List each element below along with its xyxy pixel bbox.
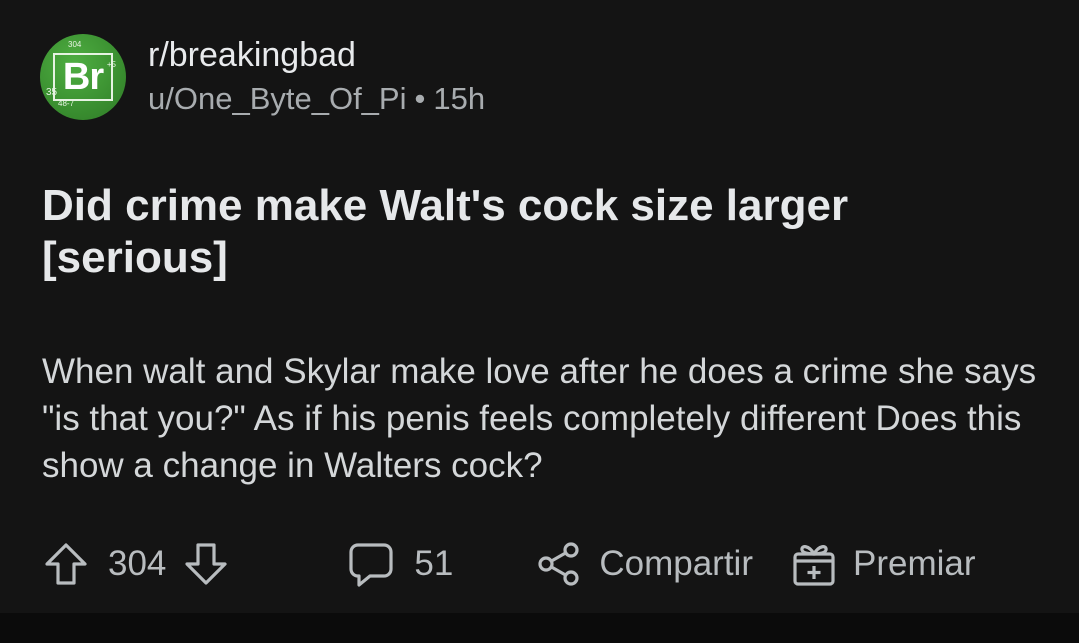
avatar-number-top: 304 xyxy=(68,40,82,49)
share-label: Compartir xyxy=(599,544,753,583)
post-body: When walt and Skylar make love after he … xyxy=(42,352,1037,485)
speech-bubble-icon xyxy=(346,539,396,589)
post-card: 304 +5 35 48-7 Br r/breakingbad u/One_By… xyxy=(0,0,1079,643)
post-header: 304 +5 35 48-7 Br r/breakingbad u/One_By… xyxy=(40,34,485,120)
post-byline: u/One_Byte_Of_Pi • 15h xyxy=(148,79,485,119)
comments-button[interactable]: 51 xyxy=(346,539,453,589)
bottom-bar xyxy=(0,613,1079,643)
arrow-up-icon[interactable] xyxy=(42,540,90,588)
subreddit-avatar[interactable]: 304 +5 35 48-7 Br xyxy=(40,34,126,120)
subreddit-name[interactable]: r/breakingbad xyxy=(148,35,485,75)
award-label: Premiar xyxy=(852,544,976,583)
post-title[interactable]: Did crime make Walt's cock size larger [… xyxy=(42,180,1042,284)
post-meta: r/breakingbad u/One_Byte_Of_Pi • 15h xyxy=(148,35,485,119)
avatar-element-symbol: Br xyxy=(53,53,113,101)
post-age: 15h xyxy=(433,81,486,116)
byline-separator: • xyxy=(414,81,426,116)
action-bar: 304 51 Compartir Premiar xyxy=(42,536,1072,592)
share-button[interactable]: Compartir xyxy=(535,540,753,588)
award-button[interactable]: Premiar xyxy=(789,539,976,589)
gift-icon xyxy=(789,539,839,589)
comment-count: 51 xyxy=(414,544,454,583)
author-name[interactable]: u/One_Byte_Of_Pi xyxy=(148,81,407,116)
vote-group: 304 xyxy=(42,540,230,588)
share-icon xyxy=(535,540,583,588)
vote-score: 304 xyxy=(108,544,167,583)
arrow-down-icon[interactable] xyxy=(182,540,230,588)
